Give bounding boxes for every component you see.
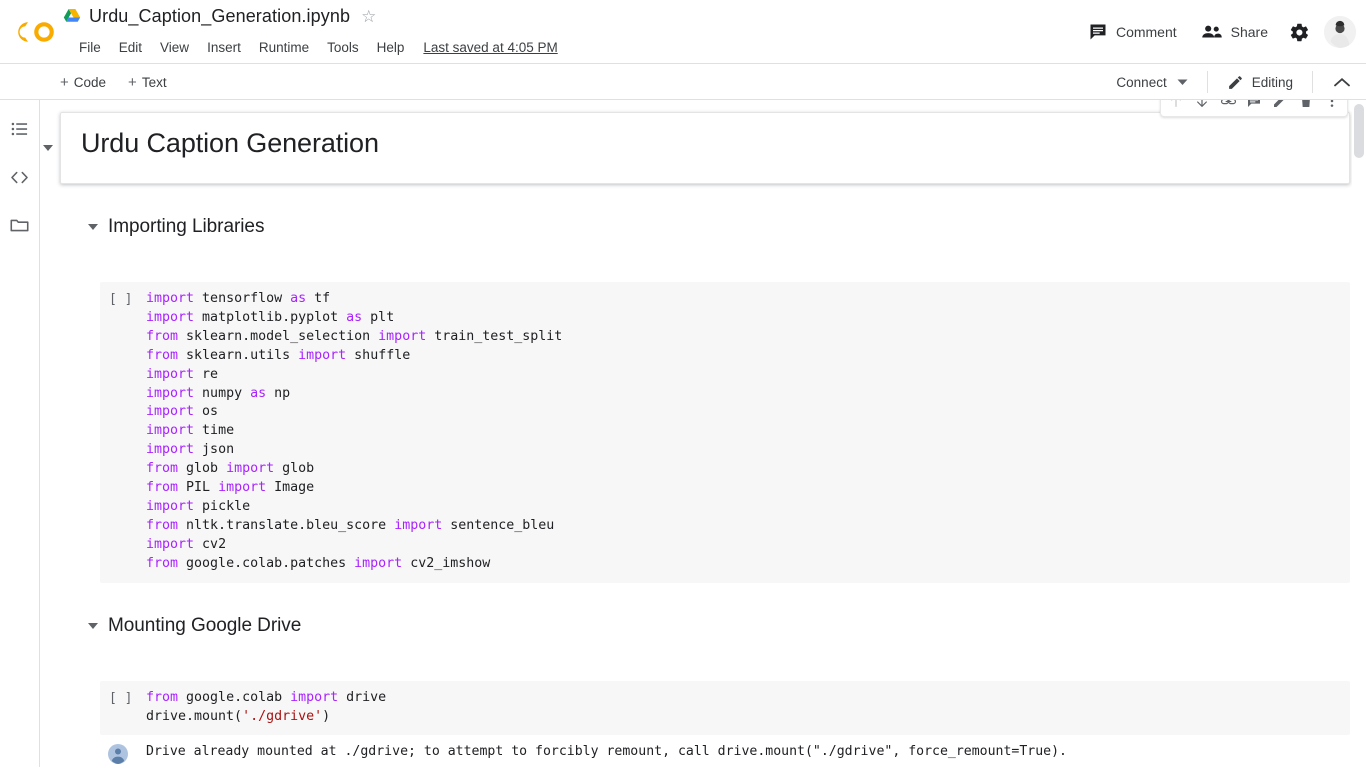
section-heading-mounting-google-drive: Mounting Google Drive — [108, 614, 302, 636]
menu-bar: File Edit View Insert Runtime Tools Help… — [70, 38, 558, 57]
notebook-toolbar: + Code + Text Connect Editing — [0, 64, 1366, 100]
add-comment-button[interactable] — [1241, 100, 1267, 114]
editing-mode-button[interactable]: Editing — [1217, 69, 1303, 96]
markdown-cell-mounting-google-drive[interactable]: Mounting Google Drive — [88, 611, 1366, 641]
markdown-cell-title[interactable]: Urdu Caption Generation — [43, 100, 1350, 184]
collapse-section-triangle-title[interactable] — [43, 145, 53, 151]
code-cell-imports[interactable]: [ ] import tensorflow as tf import matpl… — [100, 282, 1350, 583]
trash-icon — [1302, 100, 1310, 107]
chevron-up-icon — [1334, 77, 1350, 87]
toc-icon — [11, 122, 27, 136]
add-text-cell-button[interactable]: + Text — [120, 71, 175, 94]
collapse-section-triangle-mounting-google-drive[interactable] — [88, 622, 98, 629]
header-actions: Comment Share — [1076, 0, 1356, 64]
notebook-canvas: Urdu Caption Generation Importing Librar… — [40, 100, 1366, 767]
more-cell-actions-button[interactable] — [1319, 100, 1345, 114]
cell-action-toolbar — [1160, 100, 1348, 117]
file-title-row: Urdu_Caption_Generation.ipynb ☆ — [62, 6, 376, 27]
app-header: Urdu_Caption_Generation.ipynb ☆ File Edi… — [0, 0, 1366, 64]
menu-item-view[interactable]: View — [151, 38, 198, 57]
code-editor-imports[interactable]: import tensorflow as tf import matplotli… — [146, 290, 1350, 574]
colab-logo-icon — [18, 22, 54, 42]
comment-button[interactable]: Comment — [1076, 15, 1189, 49]
markdown-cell-importing-libraries[interactable]: Importing Libraries — [88, 212, 1366, 242]
left-sidebar — [0, 100, 40, 767]
collapse-section-triangle-importing-libraries[interactable] — [88, 224, 98, 230]
toolbar-left: + Code + Text — [52, 64, 175, 100]
star-icon[interactable]: ☆ — [361, 8, 376, 25]
menu-item-runtime[interactable]: Runtime — [250, 38, 318, 57]
move-cell-up-button[interactable] — [1163, 100, 1189, 114]
last-saved-link[interactable]: Last saved at 4:05 PM — [423, 40, 557, 55]
toolbar-divider — [1206, 71, 1208, 93]
connect-label: Connect — [1116, 74, 1167, 90]
menu-item-edit[interactable]: Edit — [110, 38, 151, 57]
toolbar-right: Connect Editing — [1106, 64, 1358, 100]
editing-label: Editing — [1251, 74, 1293, 90]
code-editor-drive-mount[interactable]: from google.colab import drive drive.mou… — [146, 689, 1350, 727]
output-author-avatar — [100, 743, 146, 767]
delete-cell-button[interactable] — [1293, 100, 1319, 114]
move-cell-down-button[interactable] — [1189, 100, 1215, 114]
run-cell-button-1[interactable]: [ ] — [100, 290, 146, 574]
more-vertical-icon — [1330, 100, 1334, 107]
add-code-cell-button[interactable]: + Code — [52, 71, 114, 94]
run-cell-button-2[interactable]: [ ] — [100, 689, 146, 727]
connect-button[interactable]: Connect — [1106, 70, 1197, 95]
edit-cell-button[interactable] — [1267, 100, 1293, 114]
page-title: Urdu Caption Generation — [81, 128, 379, 158]
avatar-image — [1324, 16, 1356, 48]
folder-icon — [10, 219, 29, 231]
arrow-up-icon — [1171, 100, 1181, 107]
app-body: Urdu Caption Generation Importing Librar… — [0, 100, 1366, 767]
cell-output-drive-mount: Drive already mounted at ./gdrive; to at… — [100, 735, 1350, 767]
sidebar-item-table-of-contents[interactable] — [3, 112, 37, 146]
output-stream-text: Drive already mounted at ./gdrive; to at… — [146, 744, 1067, 760]
link-to-cell-button[interactable] — [1215, 100, 1241, 114]
comment-icon — [1090, 24, 1106, 40]
user-avatar[interactable] — [1324, 16, 1356, 48]
people-icon — [1201, 25, 1222, 38]
menu-item-insert[interactable]: Insert — [198, 38, 250, 57]
gear-icon — [1290, 23, 1308, 41]
person-icon — [108, 744, 128, 765]
plus-icon: + — [128, 73, 137, 91]
colab-logo[interactable] — [14, 14, 58, 50]
settings-button[interactable] — [1280, 13, 1318, 51]
code-brackets-icon — [11, 171, 28, 183]
link-icon — [1220, 100, 1236, 104]
notebook-scrollbar-track[interactable] — [1352, 100, 1366, 767]
collapse-header-button[interactable] — [1326, 66, 1358, 98]
pencil-icon — [1274, 100, 1284, 107]
plus-icon: + — [60, 73, 69, 91]
toolbar-divider — [1312, 71, 1313, 93]
menu-item-tools[interactable]: Tools — [318, 38, 368, 57]
sidebar-item-code-snippets[interactable] — [3, 160, 37, 194]
arrow-down-icon — [1197, 100, 1207, 107]
chevron-down-icon — [1177, 79, 1188, 85]
share-button[interactable]: Share — [1189, 15, 1280, 49]
file-name[interactable]: Urdu_Caption_Generation.ipynb — [89, 6, 350, 27]
add-code-label: Code — [73, 74, 107, 90]
comment-icon — [1248, 100, 1260, 107]
section-heading-importing-libraries: Importing Libraries — [108, 216, 265, 237]
menu-item-file[interactable]: File — [70, 38, 110, 57]
code-cell-drive-mount[interactable]: [ ] from google.colab import drive drive… — [100, 680, 1350, 736]
notebook-scrollbar-thumb[interactable] — [1354, 104, 1364, 158]
google-drive-icon — [63, 8, 81, 22]
menu-item-help[interactable]: Help — [368, 38, 414, 57]
add-text-label: Text — [141, 74, 167, 90]
pencil-icon — [1228, 75, 1242, 89]
share-label: Share — [1230, 24, 1268, 40]
comment-label: Comment — [1115, 24, 1177, 40]
sidebar-item-files[interactable] — [3, 208, 37, 242]
